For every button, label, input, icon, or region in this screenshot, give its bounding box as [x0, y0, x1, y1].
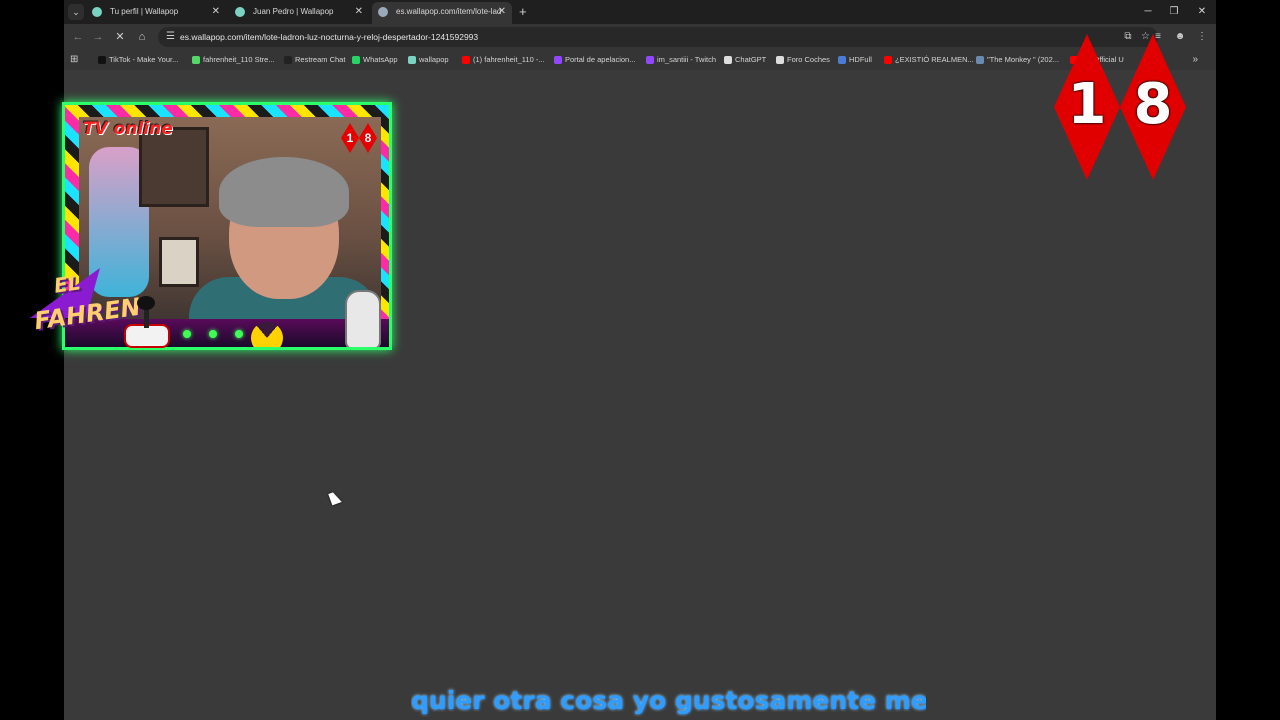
bookmark-item[interactable]: im_santiii - Twitch [646, 52, 716, 68]
tab-label: Juan Pedro | Wallapop [253, 7, 334, 16]
tab-close-icon[interactable]: ✕ [498, 2, 506, 22]
bookmark-favicon-icon [554, 56, 562, 64]
astronaut-icon [345, 290, 381, 347]
joystick-ball [137, 296, 155, 310]
tab-bar: ⌄ Tu perfil | Wallapop ✕ Juan Pedro | Wa… [64, 0, 1216, 24]
bookmark-favicon-icon [884, 56, 892, 64]
address-bar[interactable]: ☰ es.wallapop.com/item/lote-ladron-luz-n… [158, 27, 1158, 47]
tab-label: es.wallapop.com/item/lote-lad [396, 7, 502, 16]
bookmark-label: WhatsApp [363, 55, 398, 64]
close-icon: ✕ [115, 31, 125, 43]
pac-dot [235, 330, 243, 338]
bookmarks-bar: ⊞ TikTok - Make Your... fahrenheit_110 St… [64, 50, 1216, 70]
rating-digit: 8 [1133, 72, 1173, 137]
bookmark-item[interactable]: (1) fahrenheit_110 -... [462, 52, 545, 68]
streamer-logo: EL FAHREN [26, 262, 178, 362]
minimize-button[interactable]: ─ [1138, 4, 1158, 20]
profile-avatar-icon[interactable]: ☻ [1172, 29, 1188, 45]
arrow-left-icon: ← [72, 31, 84, 43]
bookmark-label: TikTok - Make Your... [109, 55, 179, 64]
bookmark-item[interactable]: ¿EXISTIÓ REALMEN... [884, 52, 974, 68]
logo-text-line1: EL [52, 270, 82, 298]
tab-juan-pedro[interactable]: Juan Pedro | Wallapop ✕ [229, 2, 369, 24]
pac-dot [209, 330, 217, 338]
bookmark-label: im_santiii - Twitch [657, 55, 717, 64]
bookmark-label: (1) fahrenheit_110 -... [473, 55, 545, 64]
more-menu-icon[interactable]: ⋮ [1194, 29, 1210, 45]
window-close-button[interactable]: ✕ [1192, 4, 1212, 20]
tv-online-logo: TV online [83, 119, 173, 139]
bookmark-label: wallapop [419, 55, 449, 64]
bookmark-label: fahrenheit_110 Stre... [203, 55, 275, 64]
bookmark-item[interactable]: Restream Chat [284, 52, 345, 68]
bookmark-favicon-icon [724, 56, 732, 64]
bookmark-label: ¿EXISTIÓ REALMEN... [895, 55, 974, 64]
tab-search-button[interactable]: ⌄ [68, 4, 84, 20]
url-text[interactable]: es.wallapop.com/item/lote-ladron-luz-noc… [180, 27, 478, 47]
apps-grid-icon[interactable]: ⊞ [70, 53, 78, 67]
new-tab-button[interactable]: + [519, 3, 527, 21]
tab-close-icon[interactable]: ✕ [355, 2, 363, 22]
bookmark-item[interactable]: Portal de apelacion... [554, 52, 635, 68]
bookmark-favicon-icon [408, 56, 416, 64]
bookmark-label: Portal de apelacion... [565, 55, 636, 64]
back-button[interactable]: ← [70, 29, 86, 45]
site-info-icon[interactable]: ☰ [166, 29, 175, 45]
bookmark-favicon-icon [462, 56, 470, 64]
bookmark-item[interactable]: fahrenheit_110 Stre... [192, 52, 275, 68]
streamer-hair [219, 157, 349, 227]
bookmark-label: HDFull [849, 55, 872, 64]
bookmark-item[interactable]: WhatsApp [352, 52, 398, 68]
home-icon: ⌂ [138, 31, 146, 43]
bookmark-item[interactable]: wallapop [408, 52, 449, 68]
plus-icon: + [519, 4, 527, 19]
browser-toolbar: ← → ✕ ⌂ ☰ es.wallapop.com/item/lote-ladr… [64, 24, 1216, 50]
wallapop-favicon-icon [92, 7, 102, 17]
pacman-icon [251, 322, 283, 347]
stop-loading-button[interactable]: ✕ [112, 29, 128, 45]
wallapop-favicon-icon [235, 7, 245, 17]
bookmark-item[interactable]: "The Monkey " (202... [976, 52, 1059, 68]
restore-button[interactable]: ❐ [1164, 4, 1184, 20]
bookmark-item[interactable]: ChatGPT [724, 52, 766, 68]
tab-close-icon[interactable]: ✕ [212, 2, 220, 22]
bookmark-star-icon[interactable]: ☆ [1141, 29, 1150, 45]
tab-tu-perfil[interactable]: Tu perfil | Wallapop ✕ [86, 2, 226, 24]
bookmark-favicon-icon [776, 56, 784, 64]
bookmark-label: Restream Chat [295, 55, 346, 64]
extensions-icon[interactable]: ⧉ [1120, 29, 1136, 45]
live-subtitle: quier otra cosa yo gustosamente me las : [411, 686, 926, 715]
bookmark-item[interactable]: Foro Coches [776, 52, 830, 68]
bookmark-favicon-icon [352, 56, 360, 64]
bookmark-favicon-icon [646, 56, 654, 64]
bookmark-favicon-icon [284, 56, 292, 64]
bookmark-label: ChatGPT [735, 55, 767, 64]
bookmark-item[interactable]: TikTok - Make Your... [98, 52, 178, 68]
video-frame: ⌄ Tu perfil | Wallapop ✕ Juan Pedro | Wa… [0, 0, 1280, 720]
bookmark-favicon-icon [192, 56, 200, 64]
home-button[interactable]: ⌂ [134, 29, 150, 45]
pac-dot [183, 330, 191, 338]
tab-wallapop-item[interactable]: es.wallapop.com/item/lote-lad ✕ [372, 2, 512, 24]
rating-digit: 1 [1067, 72, 1107, 137]
arrow-right-icon: → [92, 31, 104, 43]
bookmark-item[interactable]: HDFull [838, 52, 872, 68]
bookmark-label: Foro Coches [787, 55, 830, 64]
tab-label: Tu perfil | Wallapop [110, 7, 179, 16]
loading-favicon-icon [378, 7, 388, 17]
wall-frame [139, 127, 209, 207]
bookmark-favicon-icon [98, 56, 106, 64]
bookmark-favicon-icon [838, 56, 846, 64]
more-bookmarks-icon[interactable]: » [1192, 52, 1198, 68]
bookmark-favicon-icon [976, 56, 984, 64]
bookmark-label: "The Monkey " (202... [987, 55, 1060, 64]
joystick-icon [122, 296, 172, 350]
forward-button[interactable]: → [90, 29, 106, 45]
